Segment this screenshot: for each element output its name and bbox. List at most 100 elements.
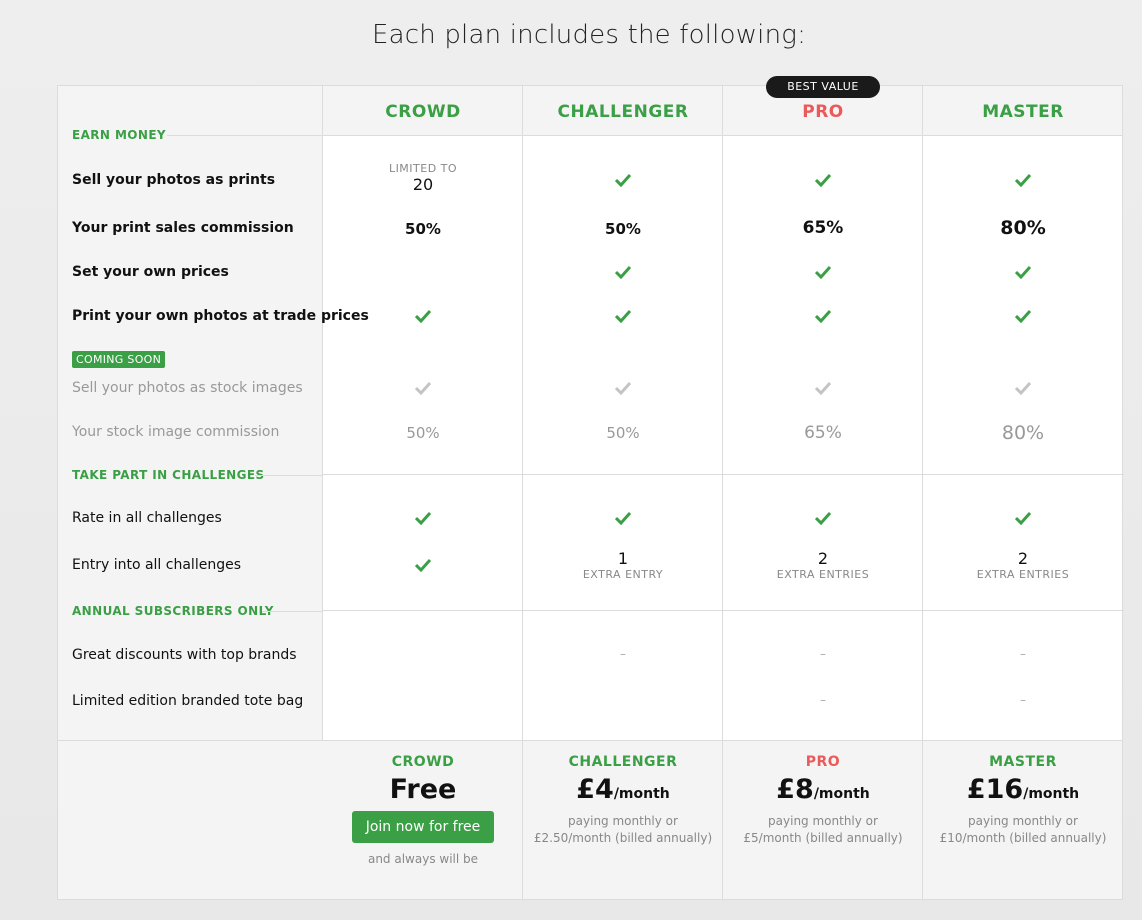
print-commission-crowd: 50%	[405, 220, 441, 238]
check-icon	[415, 381, 431, 395]
entry-count: 1	[617, 549, 629, 568]
annual-price-note: £2.50/month (billed annually)	[533, 831, 713, 845]
master-stock-images-cell	[923, 380, 1123, 399]
master-rate-cell	[923, 510, 1123, 529]
print-commission-master: 80%	[1000, 217, 1046, 239]
footer-challenger: CHALLENGER £4/month paying monthly or £2…	[523, 754, 723, 847]
footer-master: MASTER £16/month paying monthly or £10/m…	[923, 754, 1123, 847]
pro-rate-cell	[723, 510, 923, 529]
price-period: /month	[1023, 786, 1080, 802]
check-icon	[815, 309, 831, 323]
plan-price: £4	[576, 774, 614, 805]
check-icon	[815, 381, 831, 395]
check-icon	[815, 173, 831, 187]
section-heading-challenges: TAKE PART IN CHALLENGES	[72, 468, 265, 482]
section-heading-earn: EARN MONEY	[72, 128, 167, 142]
challenger-stock-images-cell	[523, 380, 723, 399]
master-set-prices-cell	[923, 264, 1123, 283]
section-rule	[167, 135, 323, 136]
page-title: Each plan includes the following:	[371, 20, 807, 50]
plan-name-master: MASTER	[982, 102, 1064, 122]
challenger-rate-cell	[523, 510, 723, 529]
footer-pro: PRO £8/month paying monthly or £5/month …	[723, 754, 923, 847]
row-label-discounts: Great discounts with top brands	[72, 647, 297, 663]
row-label-set-prices: Set your own prices	[72, 264, 229, 280]
master-tote-dash: –	[1020, 693, 1026, 707]
entry-label: EXTRA ENTRIES	[776, 568, 870, 581]
price-period: /month	[613, 786, 670, 802]
check-icon	[415, 511, 431, 525]
check-icon	[815, 511, 831, 525]
section-divider	[323, 474, 1124, 475]
pro-sell-prints-cell	[723, 172, 923, 191]
footer-plan-name: PRO	[805, 754, 841, 770]
footer-crowd: CROWD Free Join now for free and always …	[323, 754, 523, 868]
crowd-trade-prices-cell	[323, 308, 523, 327]
row-label-stock-images: Sell your photos as stock images	[72, 380, 303, 396]
footer-plan-name: MASTER	[989, 754, 1057, 770]
section-rule	[255, 475, 323, 476]
plan-price: £8	[776, 774, 814, 805]
billing-note: paying monthly or	[968, 814, 1078, 828]
check-icon	[415, 309, 431, 323]
stock-commission-pro: 65%	[804, 423, 842, 443]
coming-soon-badge: COMING SOON	[72, 351, 166, 368]
plan-name-challenger: CHALLENGER	[557, 102, 689, 122]
row-label-stock-commission: Your stock image commission	[72, 424, 280, 440]
check-icon	[615, 265, 631, 279]
row-label-print-commission: Your print sales commission	[72, 220, 294, 236]
pro-set-prices-cell	[723, 264, 923, 283]
footer-plan-name: CHALLENGER	[568, 754, 678, 770]
check-icon	[1015, 511, 1031, 525]
section-rule	[262, 611, 323, 612]
billing-note: paying monthly or	[568, 814, 678, 828]
plan-price: Free	[389, 774, 457, 805]
pro-stock-images-cell	[723, 380, 923, 399]
row-label-entry: Entry into all challenges	[72, 557, 241, 573]
challenger-trade-prices-cell	[523, 308, 723, 327]
limited-to-label: LIMITED TO	[388, 162, 458, 175]
print-commission-pro: 65%	[802, 218, 844, 238]
billing-note: paying monthly or	[768, 814, 878, 828]
crowd-rate-cell	[323, 510, 523, 529]
check-icon	[615, 381, 631, 395]
entry-count: 2	[817, 549, 829, 568]
row-label-rate: Rate in all challenges	[72, 510, 222, 526]
price-period: /month	[813, 786, 870, 802]
pro-discounts-dash: –	[820, 647, 826, 661]
check-icon	[1015, 265, 1031, 279]
plan-price: £16	[966, 774, 1024, 805]
annual-price-note: £5/month (billed annually)	[743, 831, 903, 845]
challenger-discounts-dash: –	[620, 647, 626, 661]
annual-price-note: £10/month (billed annually)	[939, 831, 1107, 845]
master-trade-prices-cell	[923, 308, 1123, 327]
crowd-entry-cell	[323, 557, 523, 576]
master-entry-cell: 2 EXTRA ENTRIES	[923, 549, 1123, 581]
check-icon	[1015, 381, 1031, 395]
row-label-sell-prints: Sell your photos as prints	[72, 172, 276, 188]
challenger-sell-prints-cell	[523, 172, 723, 191]
always-free-note: and always will be	[367, 852, 479, 866]
best-value-badge: BEST VALUE	[766, 76, 880, 98]
master-sell-prints-cell	[923, 172, 1123, 191]
join-now-button[interactable]: Join now for free	[351, 811, 495, 843]
plan-name-crowd: CROWD	[385, 102, 461, 122]
check-icon	[615, 173, 631, 187]
crowd-print-limit: LIMITED TO 20	[323, 162, 523, 194]
section-heading-annual: ANNUAL SUBSCRIBERS ONLY	[72, 604, 274, 618]
check-icon	[615, 309, 631, 323]
stock-commission-challenger: 50%	[606, 424, 640, 442]
pricing-table: BEST VALUE CROWD CHALLENGER PRO MASTER E…	[57, 76, 1124, 900]
stock-commission-crowd: 50%	[406, 424, 440, 442]
check-icon	[615, 511, 631, 525]
check-icon	[415, 558, 431, 572]
crowd-stock-images-cell	[323, 380, 523, 399]
entry-count: 2	[1017, 549, 1029, 568]
stock-commission-master: 80%	[1001, 422, 1045, 444]
section-divider	[323, 610, 1124, 611]
footer-plan-name: CROWD	[391, 754, 455, 770]
limited-to-value: 20	[412, 175, 434, 194]
entry-label: EXTRA ENTRIES	[976, 568, 1070, 581]
check-icon	[1015, 309, 1031, 323]
challenger-set-prices-cell	[523, 264, 723, 283]
